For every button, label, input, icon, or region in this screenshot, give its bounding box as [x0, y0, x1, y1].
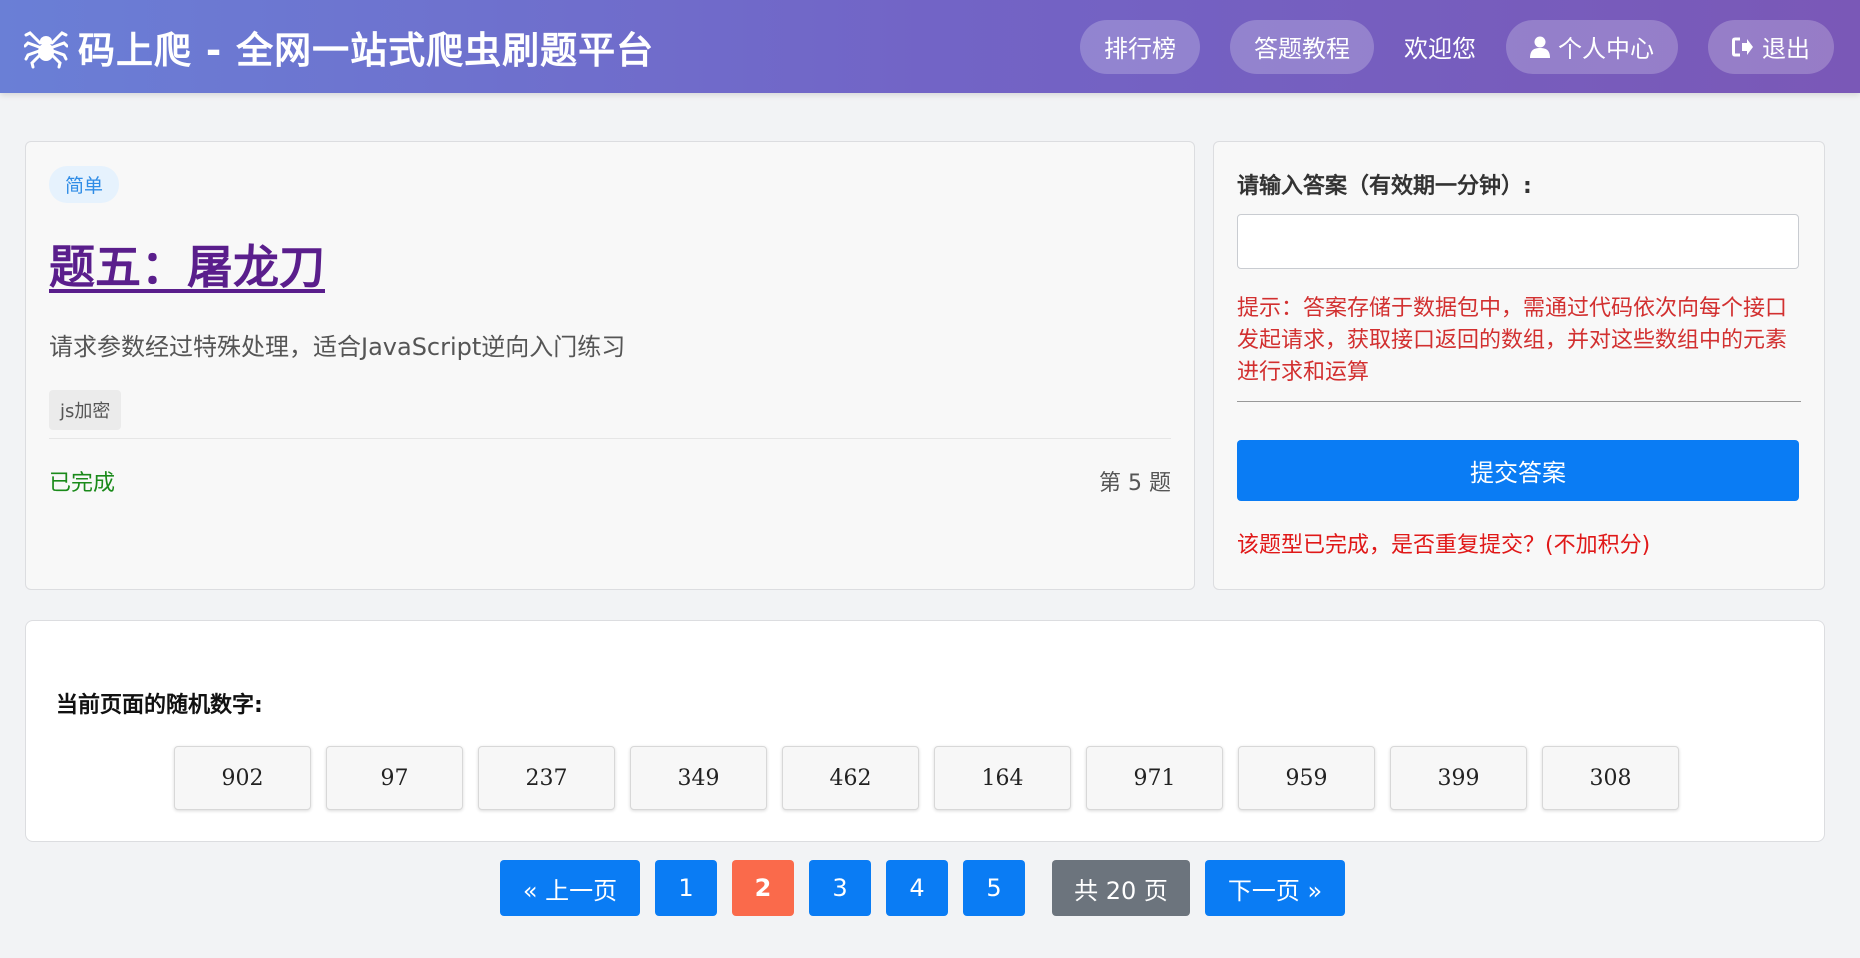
profile-link[interactable]: 个人中心: [1506, 19, 1678, 74]
logout-label: 退出: [1762, 35, 1810, 63]
question-title-link[interactable]: 题五：屠龙刀: [49, 231, 1171, 297]
number-box: 902: [174, 746, 311, 810]
tutorial-link[interactable]: 答题教程: [1230, 19, 1374, 74]
pagination: « 上一页 1 2 3 4 5 共 20 页 下一页 »: [500, 860, 1345, 916]
completion-status: 已完成: [49, 471, 116, 496]
spider-icon: [24, 30, 68, 68]
resubmit-notice: 该题型已完成，是否重复提交？(不加积分): [1237, 533, 1651, 558]
number-box: 959: [1238, 746, 1375, 810]
user-icon: [1530, 36, 1550, 58]
prev-page-button[interactable]: « 上一页: [500, 860, 640, 916]
number-box: 349: [630, 746, 767, 810]
random-numbers-row: 902 97 237 349 462 164 971 959 399 308: [174, 746, 1694, 810]
page-5-button[interactable]: 5: [963, 860, 1025, 916]
answer-card: 请输入答案（有效期一分钟）: 提示：答案存储于数据包中，需通过代码依次向每个接口…: [1213, 141, 1825, 590]
question-card: 简单 题五：屠龙刀 请求参数经过特殊处理，适合JavaScript逆向入门练习 …: [25, 141, 1195, 590]
question-tag: js加密: [49, 390, 122, 430]
question-description: 请求参数经过特殊处理，适合JavaScript逆向入门练习: [49, 333, 626, 361]
random-numbers-title: 当前页面的随机数字:: [56, 693, 263, 718]
brand-title: 码上爬 - 全网一站式爬虫刷题平台: [78, 28, 655, 72]
answer-label: 请输入答案（有效期一分钟）:: [1237, 174, 1532, 199]
nav-menu: 排行榜 答题教程 欢迎您 个人中心 退出: [1050, 19, 1834, 74]
answer-input[interactable]: [1237, 214, 1799, 269]
number-box: 399: [1390, 746, 1527, 810]
top-navbar: 码上爬 - 全网一站式爬虫刷题平台 排行榜 答题教程 欢迎您 个人中心 退出: [0, 0, 1860, 93]
welcome-text: 欢迎您: [1404, 35, 1476, 63]
number-box: 308: [1542, 746, 1679, 810]
page-3-button[interactable]: 3: [809, 860, 871, 916]
number-box: 237: [478, 746, 615, 810]
number-box: 462: [782, 746, 919, 810]
page-2-button-current[interactable]: 2: [732, 860, 794, 916]
brand[interactable]: 码上爬 - 全网一站式爬虫刷题平台: [24, 20, 654, 74]
logout-link[interactable]: 退出: [1708, 19, 1834, 74]
answer-hint: 提示：答案存储于数据包中，需通过代码依次向每个接口发起请求，获取接口返回的数组，…: [1237, 293, 1801, 402]
number-box: 971: [1086, 746, 1223, 810]
random-numbers-panel: 当前页面的随机数字: 902 97 237 349 462 164 971 95…: [25, 620, 1825, 842]
question-number: 第 5 题: [1099, 471, 1171, 496]
page-1-button[interactable]: 1: [655, 860, 717, 916]
tutorial-label: 答题教程: [1254, 35, 1350, 63]
difficulty-badge: 简单: [49, 166, 120, 203]
total-pages: 共 20 页: [1052, 860, 1190, 916]
profile-label: 个人中心: [1558, 35, 1654, 63]
leaderboard-label: 排行榜: [1104, 35, 1176, 63]
submit-answer-button[interactable]: 提交答案: [1237, 440, 1799, 501]
number-box: 164: [934, 746, 1071, 810]
page-4-button[interactable]: 4: [886, 860, 948, 916]
leaderboard-link[interactable]: 排行榜: [1080, 19, 1200, 74]
sign-out-icon: [1732, 37, 1753, 56]
number-box: 97: [326, 746, 463, 810]
question-footer: 已完成 第 5 题: [49, 438, 1171, 497]
next-page-button[interactable]: 下一页 »: [1205, 860, 1345, 916]
